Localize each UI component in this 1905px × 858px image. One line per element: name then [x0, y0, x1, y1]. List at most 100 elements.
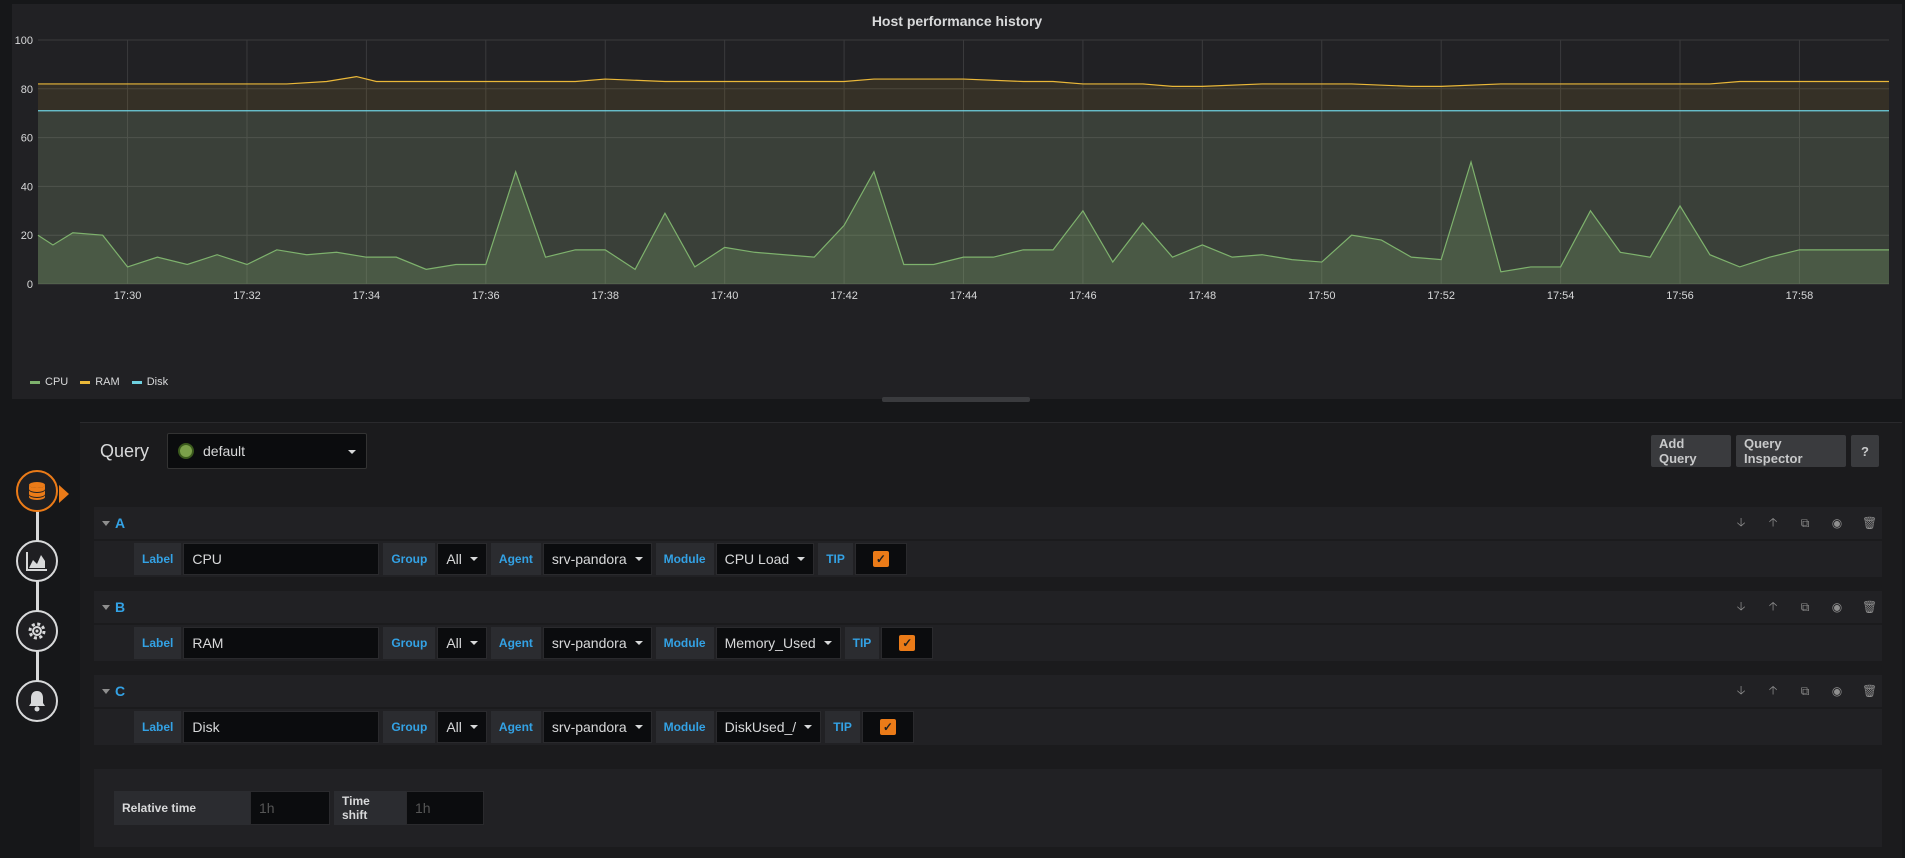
query-row-body-a: Label CPU Group All Agent srv-pandora Mo…: [94, 541, 1882, 577]
query-toggle-b[interactable]: B: [102, 599, 125, 615]
legend-item-ram[interactable]: RAM: [80, 376, 120, 388]
query-row-header-b[interactable]: B 🡣 🡡 ⧉ ◉ 🗑: [94, 591, 1882, 623]
move-up-icon[interactable]: 🡡: [1766, 597, 1780, 618]
nav-queries-button[interactable]: [16, 470, 58, 512]
x-tick-label: 17:48: [1189, 290, 1217, 302]
x-tick-label: 17:46: [1069, 290, 1097, 302]
query-row-body-c: Label Disk Group All Agent srv-pandora M…: [94, 709, 1882, 745]
move-down-icon[interactable]: 🡣: [1734, 681, 1748, 702]
tip-checkbox[interactable]: ✓: [872, 551, 889, 567]
nav-general-button[interactable]: [16, 610, 58, 652]
nav-visualization-button[interactable]: [16, 540, 58, 582]
label-input[interactable]: Disk: [183, 711, 380, 743]
collapse-icon: [102, 604, 110, 610]
tip-checkbox[interactable]: ✓: [899, 635, 916, 651]
time-shift-input[interactable]: 1h: [406, 791, 484, 825]
duplicate-icon[interactable]: ⧉: [1798, 600, 1812, 615]
eye-icon[interactable]: ◉: [1830, 516, 1844, 530]
trash-icon[interactable]: 🗑: [1862, 684, 1877, 698]
tip-tag: TIP: [825, 711, 860, 743]
panel-resize-handle[interactable]: [882, 397, 1030, 402]
group-select[interactable]: All: [437, 711, 487, 743]
query-toggle-a[interactable]: A: [102, 515, 125, 531]
label-input[interactable]: RAM: [183, 627, 380, 659]
group-select[interactable]: All: [437, 627, 487, 659]
legend-item-cpu[interactable]: CPU: [30, 376, 68, 388]
module-value: DiskUsed_/: [724, 719, 797, 735]
agent-select[interactable]: srv-pandora: [542, 627, 652, 659]
agent-value: srv-pandora: [551, 719, 627, 735]
datasource-select[interactable]: default: [167, 433, 367, 469]
module-select[interactable]: DiskUsed_/: [715, 711, 822, 743]
chevron-down-icon: [348, 450, 356, 454]
x-tick-label: 17:38: [591, 290, 619, 302]
group-tag: Group: [383, 543, 436, 575]
query-row-body-b: Label RAM Group All Agent srv-pandora Mo…: [94, 625, 1882, 661]
x-tick-label: 17:56: [1666, 290, 1694, 302]
y-tick-label: 0: [27, 279, 33, 291]
nav-active-arrow: [59, 485, 69, 503]
nav-connector-line: [36, 508, 39, 708]
module-select[interactable]: CPU Load: [715, 543, 815, 575]
query-fields-c: Label Disk Group All Agent srv-pandora M…: [134, 711, 914, 743]
nav-alert-button[interactable]: [16, 680, 58, 722]
x-tick-label: 17:52: [1427, 290, 1455, 302]
tip-checkbox[interactable]: ✓: [879, 719, 896, 735]
legend-swatch-ram: [80, 380, 91, 384]
query-fields-a: Label CPU Group All Agent srv-pandora Mo…: [134, 543, 907, 575]
agent-tag: Agent: [490, 711, 541, 743]
group-tag: Group: [383, 627, 436, 659]
module-select[interactable]: Memory_Used: [715, 627, 841, 659]
collapse-icon: [102, 520, 110, 526]
duplicate-icon[interactable]: ⧉: [1798, 516, 1812, 531]
query-actions-c: 🡣 🡡 ⧉ ◉ 🗑: [1734, 675, 1878, 707]
module-tag: Module: [655, 543, 714, 575]
agent-select[interactable]: srv-pandora: [542, 711, 652, 743]
trash-icon[interactable]: 🗑: [1862, 516, 1877, 530]
help-button[interactable]: ?: [1851, 435, 1879, 467]
label-input[interactable]: CPU: [183, 543, 380, 575]
label-tag: Label: [134, 627, 182, 659]
x-tick-label: 17:42: [830, 290, 858, 302]
tip-checkbox-wrap[interactable]: ✓: [854, 543, 907, 575]
group-select[interactable]: All: [437, 543, 487, 575]
x-tick-label: 17:34: [353, 290, 381, 302]
label-tag: Label: [134, 711, 182, 743]
add-query-button[interactable]: Add Query: [1651, 435, 1731, 467]
query-row-header-c[interactable]: C 🡣 🡡 ⧉ ◉ 🗑: [94, 675, 1882, 707]
query-toggle-c[interactable]: C: [102, 683, 125, 699]
query-inspector-button[interactable]: Query Inspector: [1736, 435, 1846, 467]
legend-swatch-cpu: [30, 380, 40, 384]
query-row-header-a[interactable]: A 🡣 🡡 ⧉ ◉ 🗑: [94, 507, 1882, 539]
agent-value: srv-pandora: [551, 635, 627, 651]
tip-checkbox-wrap[interactable]: ✓: [881, 627, 934, 659]
chevron-down-icon: [469, 557, 478, 561]
performance-chart: 0 20 40 60 80 100 17:30 17:32 17:34 17:36 17:38 17:…: [15, 35, 1889, 302]
chevron-down-icon: [797, 557, 806, 561]
gear-icon: [28, 622, 46, 640]
eye-icon[interactable]: ◉: [1830, 684, 1844, 698]
module-tag: Module: [655, 627, 714, 659]
duplicate-icon[interactable]: ⧉: [1798, 684, 1812, 699]
label-tag: Label: [134, 543, 182, 575]
graph-panel: 0 20 40 60 80 100 17:30 17:32 17:34 17:36 17:38 17:…: [12, 4, 1902, 399]
move-up-icon[interactable]: 🡡: [1766, 681, 1780, 702]
trash-icon[interactable]: 🗑: [1862, 600, 1877, 614]
eye-icon[interactable]: ◉: [1830, 600, 1844, 614]
legend-item-disk[interactable]: Disk: [131, 376, 168, 388]
group-value: All: [446, 719, 462, 735]
agent-select[interactable]: srv-pandora: [542, 543, 652, 575]
module-value: Memory_Used: [724, 635, 816, 651]
series-area-disk: [38, 110, 1889, 284]
move-down-icon[interactable]: 🡣: [1734, 597, 1748, 618]
move-down-icon[interactable]: 🡣: [1734, 513, 1748, 534]
legend-label-cpu: CPU: [45, 376, 69, 388]
relative-time-input[interactable]: 1h: [250, 791, 330, 825]
tip-tag: TIP: [818, 543, 853, 575]
x-tick-label: 17:32: [233, 290, 261, 302]
agent-tag: Agent: [490, 543, 541, 575]
relative-time-group: Relative time 1h: [114, 791, 330, 825]
tip-checkbox-wrap[interactable]: ✓: [861, 711, 914, 743]
move-up-icon[interactable]: 🡡: [1766, 513, 1780, 534]
y-tick-label: 20: [21, 230, 33, 242]
